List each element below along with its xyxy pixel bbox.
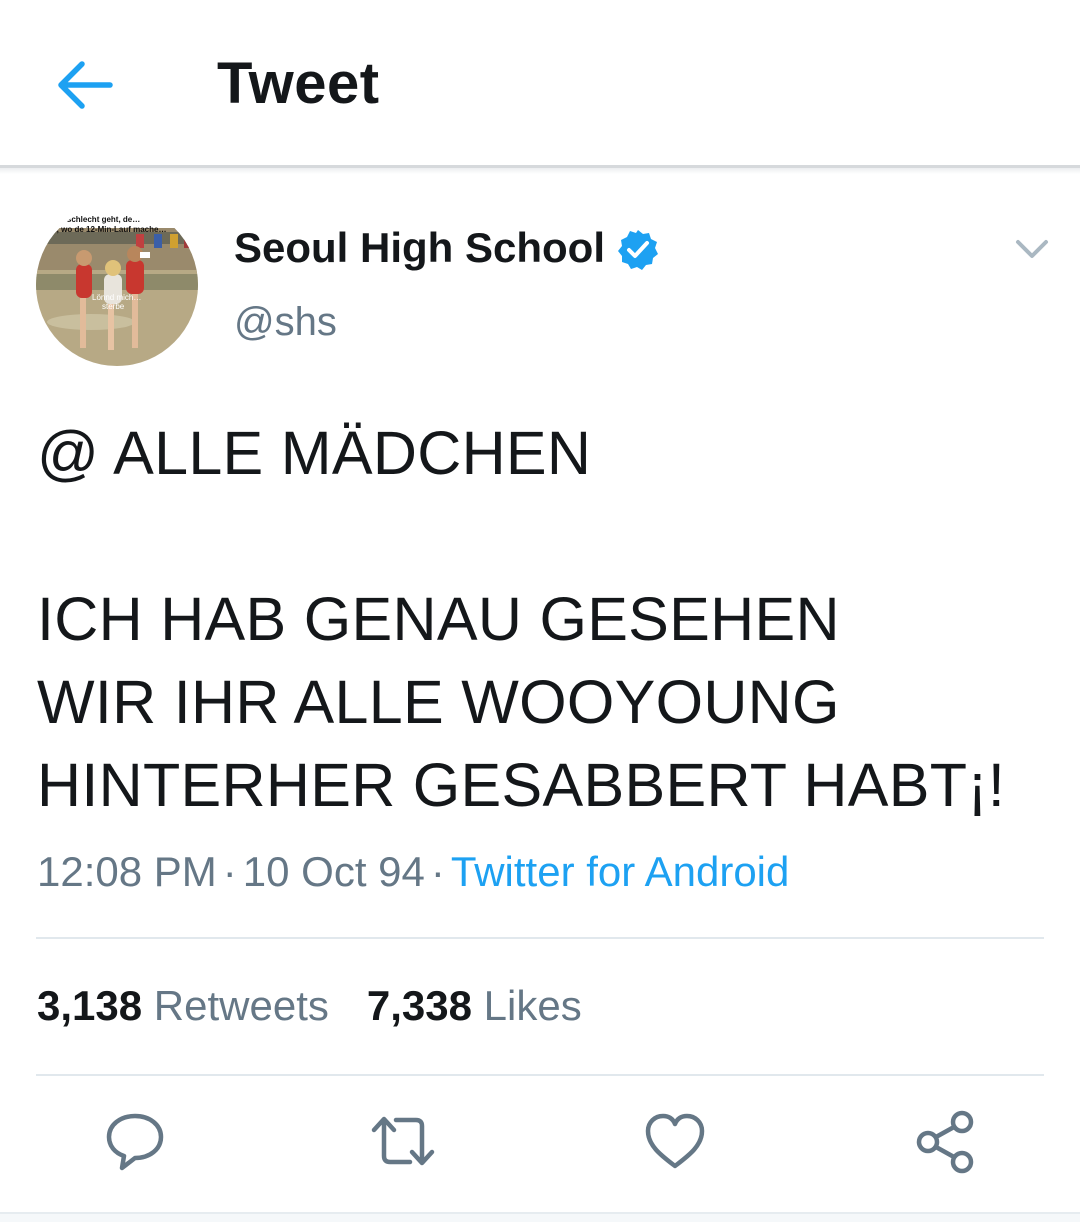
avatar[interactable]: …al schlecht geht, de… …t, wo de 12-Min-… [36, 204, 198, 366]
retweet-button[interactable] [370, 1108, 436, 1174]
avatar-caption-middle: Lönnd mich… [92, 293, 141, 302]
bottom-divider [0, 1212, 1080, 1222]
retweets-label: Retweets [153, 982, 329, 1029]
avatar-caption-top: …al schlecht geht, de… [50, 215, 140, 224]
avatar-caption-middle2: sterbe [102, 302, 125, 311]
app-header: Tweet [0, 0, 1080, 174]
display-name[interactable]: Seoul High School [234, 224, 605, 272]
share-icon [916, 1110, 974, 1174]
reply-button[interactable] [102, 1108, 168, 1174]
like-button[interactable] [642, 1108, 708, 1174]
tweet-line: WIR IHR ALLE WOOYOUNG [37, 668, 840, 736]
chevron-down-icon[interactable] [1012, 230, 1052, 270]
tweet-date: 10 Oct 94 [242, 848, 425, 895]
likes-stat[interactable]: 7,338 Likes [367, 982, 582, 1029]
likes-count: 7,338 [366, 982, 472, 1029]
divider [36, 1074, 1044, 1076]
tweet-time: 12:08 PM [37, 848, 217, 895]
tweet-line: HINTERHER GESABBERT HABT¡! [37, 751, 1006, 819]
back-button[interactable] [52, 52, 118, 118]
share-button[interactable] [912, 1108, 978, 1174]
avatar-image: …al schlecht geht, de… …t, wo de 12-Min-… [36, 204, 198, 366]
arrow-left-icon [58, 61, 113, 109]
verified-badge-icon [616, 228, 660, 272]
retweet-icon [371, 1116, 435, 1166]
tweet-line: ICH HAB GENAU GESEHEN [37, 585, 840, 653]
avatar-caption-top2: …t, wo de 12-Min-Lauf mache… [46, 225, 166, 234]
tweet-text: @ ALLE MÄDCHEN ICH HAB GENAU GESEHEN WIR… [37, 412, 1047, 827]
tweet-line [37, 495, 1047, 578]
tweet-source-link[interactable]: Twitter for Android [451, 848, 789, 895]
tweet-line: @ ALLE MÄDCHEN [37, 419, 592, 487]
likes-label: Likes [483, 982, 582, 1029]
page-title: Tweet [217, 51, 380, 116]
user-handle[interactable]: @shs [234, 300, 337, 345]
meta-separator: · [430, 848, 445, 895]
retweets-count: 3,138 [37, 982, 143, 1029]
meta-separator: · [222, 848, 237, 895]
divider [36, 937, 1044, 939]
tweet-stats: 3,138 Retweets 7,338 Likes [37, 982, 582, 1030]
tweet-meta: 12:08 PM · 10 Oct 94 · Twitter for Android [37, 848, 789, 896]
like-icon [645, 1113, 705, 1169]
reply-icon [106, 1113, 164, 1171]
retweets-stat[interactable]: 3,138 Retweets [37, 982, 329, 1029]
